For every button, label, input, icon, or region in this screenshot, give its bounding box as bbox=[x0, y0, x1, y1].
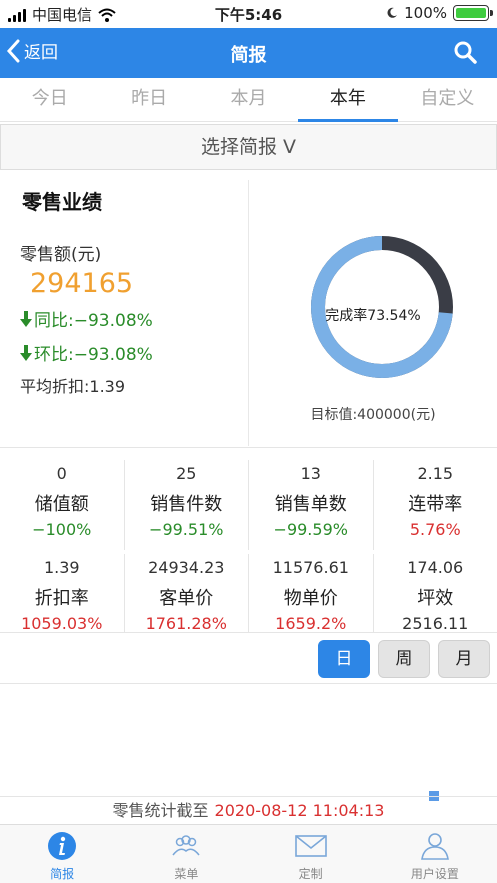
metric-value: 0 bbox=[56, 464, 67, 483]
info-icon bbox=[48, 832, 77, 860]
user-icon bbox=[420, 833, 449, 860]
month-button[interactable]: 月 bbox=[438, 640, 490, 678]
metric-stored-value: 0 储值额 −100% bbox=[0, 460, 125, 550]
status-right: 100% bbox=[386, 4, 493, 22]
metrics-row: 0 储值额 −100% 25 销售件数 −99.51% 13 销售单数 −99.… bbox=[0, 460, 497, 550]
metric-avg-order-value: 24934.23 客单价 1761.28% bbox=[125, 554, 249, 644]
tab-today[interactable]: 今日 bbox=[0, 78, 99, 121]
arrow-down-icon bbox=[20, 344, 32, 361]
nav-item-user-settings[interactable]: 用户设置 bbox=[373, 825, 497, 883]
trend-chart-area bbox=[0, 685, 497, 801]
battery-icon bbox=[453, 5, 493, 21]
sales-amount: 294165 bbox=[30, 268, 134, 299]
sales-panel: 零售业绩 零售额(元) 294165 同比:−93.08% 环比:−93.08%… bbox=[0, 172, 248, 448]
metric-value: 2.15 bbox=[417, 464, 454, 483]
tab-yesterday[interactable]: 昨日 bbox=[99, 78, 198, 121]
stat-time: 2020-08-12 11:04:13 bbox=[214, 801, 385, 820]
completion-panel: 完成率73.54% 目标值:400000(元) bbox=[249, 172, 497, 448]
week-button[interactable]: 周 bbox=[378, 640, 430, 678]
target-value: 目标值:400000(元) bbox=[310, 407, 436, 423]
metric-change: −99.51% bbox=[149, 520, 224, 539]
metric-name: 客单价 bbox=[159, 588, 214, 609]
stat-label: 零售统计截至 bbox=[112, 801, 209, 820]
report-selector[interactable]: 选择简报 V bbox=[0, 124, 497, 170]
metric-orders: 13 销售单数 −99.59% bbox=[249, 460, 374, 550]
battery-percent: 100% bbox=[404, 4, 447, 22]
search-icon[interactable] bbox=[453, 40, 477, 64]
nav-item-report[interactable]: 简报 bbox=[0, 825, 124, 883]
mom-text: 环比:−93.08% bbox=[34, 345, 153, 365]
metric-change: 1059.03% bbox=[21, 614, 103, 633]
metric-attach-rate: 2.15 连带率 5.76% bbox=[374, 460, 497, 550]
metric-name: 销售件数 bbox=[150, 494, 223, 515]
period-toggle: 日 周 月 bbox=[0, 632, 497, 684]
avg-discount: 平均折扣:1.39 bbox=[20, 377, 126, 396]
sales-heading: 零售业绩 bbox=[22, 190, 102, 214]
yoy-text: 同比:−93.08% bbox=[34, 311, 153, 331]
nav-label: 简报 bbox=[50, 867, 75, 881]
metric-value: 174.06 bbox=[407, 558, 464, 577]
metric-value: 11576.61 bbox=[272, 558, 349, 577]
metric-items-sold: 25 销售件数 −99.51% bbox=[125, 460, 249, 550]
tab-this-month[interactable]: 本月 bbox=[199, 78, 298, 121]
tab-custom[interactable]: 自定义 bbox=[398, 78, 497, 121]
nav-label: 用户设置 bbox=[410, 867, 459, 881]
envelope-icon bbox=[294, 835, 327, 857]
metric-name: 坪效 bbox=[417, 588, 454, 609]
metrics-grid: 0 储值额 −100% 25 销售件数 −99.51% 13 销售单数 −99.… bbox=[0, 460, 497, 648]
metric-change: 5.76% bbox=[409, 520, 461, 539]
nav-item-custom[interactable]: 定制 bbox=[249, 825, 373, 883]
metric-value: 25 bbox=[176, 464, 197, 483]
metric-value: 13 bbox=[300, 464, 321, 483]
nav-label: 定制 bbox=[298, 867, 323, 881]
stat-timestamp: 零售统计截至 2020-08-12 11:04:13 bbox=[0, 796, 497, 824]
bottom-nav: 简报 菜单 定制 用户设置 bbox=[0, 824, 497, 883]
status-bar: 中国电信 下午5:46 100% bbox=[0, 0, 497, 28]
metric-value: 24934.23 bbox=[148, 558, 225, 577]
metric-avg-item-price: 11576.61 物单价 1659.2% bbox=[249, 554, 374, 644]
yoy-change: 同比:−93.08% bbox=[20, 306, 153, 331]
metric-sales-per-area: 174.06 坪效 2516.11 bbox=[374, 554, 497, 644]
nav-item-menu[interactable]: 菜单 bbox=[124, 825, 248, 883]
day-button[interactable]: 日 bbox=[318, 640, 370, 678]
section-separator bbox=[0, 447, 497, 448]
metric-name: 物单价 bbox=[283, 588, 338, 609]
metric-name: 折扣率 bbox=[34, 588, 89, 609]
navbar: 返回 简报 bbox=[0, 28, 497, 78]
moon-icon bbox=[387, 7, 398, 18]
metric-name: 连带率 bbox=[408, 494, 463, 515]
period-tabs: 今日 昨日 本月 本年 自定义 bbox=[0, 78, 497, 122]
metric-change: 1761.28% bbox=[145, 614, 227, 633]
nav-label: 菜单 bbox=[174, 867, 199, 881]
mom-change: 环比:−93.08% bbox=[20, 340, 153, 365]
arrow-down-icon bbox=[20, 310, 32, 327]
metric-name: 销售单数 bbox=[274, 494, 347, 515]
metric-change: −99.59% bbox=[273, 520, 348, 539]
completion-rate: 完成率73.54% bbox=[325, 308, 421, 324]
tab-this-year[interactable]: 本年 bbox=[298, 78, 399, 122]
metric-change: −100% bbox=[32, 520, 92, 539]
page-title: 简报 bbox=[230, 45, 267, 66]
sales-amount-label: 零售额(元) bbox=[20, 245, 102, 265]
metric-change: 1659.2% bbox=[275, 614, 347, 633]
metric-discount-rate: 1.39 折扣率 1059.03% bbox=[0, 554, 125, 644]
metric-name: 储值额 bbox=[34, 494, 89, 515]
metrics-row: 1.39 折扣率 1059.03% 24934.23 客单价 1761.28% … bbox=[0, 554, 497, 644]
metric-value: 1.39 bbox=[43, 558, 80, 577]
people-icon bbox=[172, 835, 200, 856]
metric-change: 2516.11 bbox=[402, 614, 469, 633]
